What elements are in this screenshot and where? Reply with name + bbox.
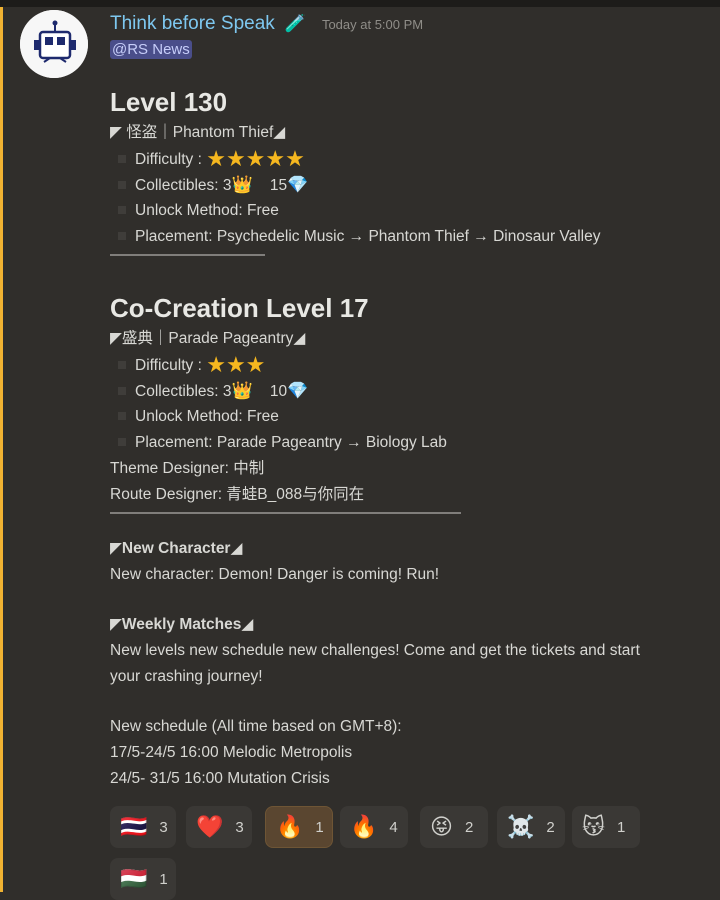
gem-icon: 💎	[287, 381, 309, 400]
message-highlight-bar	[0, 7, 3, 892]
star-rating-icon: ★★★★★	[206, 146, 305, 171]
level-unlock: Unlock Method: Free	[110, 198, 710, 224]
bot-badge-icon: 🧪	[284, 14, 306, 33]
weekly-matches-heading: ◤Weekly Matches◢	[110, 616, 254, 633]
reaction-hungary-flag[interactable]: 🇭🇺 1	[110, 858, 176, 900]
reaction-count: 1	[315, 818, 324, 836]
level-placement: Placement: Psychedelic Music → Phantom T…	[110, 224, 710, 250]
reaction-fire-selected[interactable]: 🔥 1	[265, 806, 333, 848]
bullet-icon	[118, 438, 126, 447]
theme-designer: Theme Designer: 中制	[110, 460, 265, 477]
weekly-text-2: your crashing journey!	[110, 668, 263, 685]
reaction-skull-crossbones[interactable]: ☠️ 2	[497, 806, 565, 848]
reaction-laughing-face[interactable]: 😝 2	[420, 806, 488, 848]
level-difficulty: Difficulty : ★★★★★	[110, 146, 710, 172]
cocreation-collectibles: Collectibles: 3👑 10💎	[110, 378, 710, 404]
divider: —————————————————————————	[110, 508, 461, 521]
bullet-icon	[118, 387, 126, 396]
route-designer: Route Designer: 青蛙B_088与你同在	[110, 486, 365, 503]
reaction-count: 1	[159, 870, 168, 888]
schedule-item-2: 24/5- 31/5 16:00 Mutation Crisis	[110, 770, 330, 787]
message-content: Level 130 ◤ 怪盗｜Phantom Thief◢ Difficulty…	[110, 84, 710, 792]
username[interactable]: Think before Speak	[110, 13, 275, 35]
bullet-icon	[118, 155, 126, 164]
divider: ———————————	[110, 250, 265, 263]
level-title: Level 130	[110, 87, 228, 117]
crown-icon: 👑	[231, 381, 253, 400]
reaction-kissing-cat[interactable]: 😽 1	[572, 806, 640, 848]
reaction-count: 1	[616, 818, 626, 836]
cocreation-title: Co-Creation Level 17	[110, 293, 369, 323]
avatar[interactable]	[20, 10, 88, 78]
cocreation-difficulty: Difficulty : ★★★	[110, 352, 710, 378]
bullet-icon	[118, 206, 126, 215]
schedule-title: New schedule (All time based on GMT+8):	[110, 718, 402, 735]
gem-icon: 💎	[287, 175, 309, 194]
reaction-fire[interactable]: 🔥 4	[340, 806, 408, 848]
level-theme: ◤ 怪盗｜Phantom Thief◢	[110, 124, 286, 141]
reaction-count: 2	[546, 818, 555, 836]
crown-icon: 👑	[231, 175, 253, 194]
bullet-icon	[118, 412, 126, 421]
top-bar	[0, 0, 720, 7]
laughing-face-icon: 😝	[430, 814, 453, 839]
bullet-icon	[118, 181, 126, 190]
reaction-thailand-flag[interactable]: 🇹🇭 3	[110, 806, 176, 848]
timestamp: Today at 5:00 PM	[321, 17, 424, 32]
reaction-count: 4	[389, 818, 398, 836]
level-collectibles: Collectibles: 3👑 15💎	[110, 172, 710, 198]
heart-icon: ❤️	[196, 814, 224, 839]
reaction-heart[interactable]: ❤️ 3	[186, 806, 252, 848]
new-character-text: New character: Demon! Danger is coming! …	[110, 566, 440, 583]
message-header: Think before Speak 🧪 Today at 5:00 PM	[110, 13, 423, 39]
cocreation-theme: ◤盛典｜Parade Pageantry◢	[110, 330, 306, 347]
fire-icon: 🔥	[350, 814, 378, 839]
schedule-item-1: 17/5-24/5 16:00 Melodic Metropolis	[110, 744, 353, 761]
star-rating-icon: ★★★	[206, 352, 266, 377]
hungary-flag-icon: 🇭🇺	[120, 866, 148, 891]
skull-crossbones-icon: ☠️	[507, 814, 535, 839]
role-mention[interactable]: @RS News	[110, 40, 192, 59]
robot-avatar-icon	[20, 10, 88, 78]
thailand-flag-icon: 🇹🇭	[120, 814, 148, 839]
new-character-heading: ◤New Character◢	[110, 540, 243, 557]
bullet-icon	[118, 361, 126, 370]
kissing-cat-icon: 😽	[582, 814, 605, 839]
fire-icon: 🔥	[276, 814, 304, 839]
cocreation-unlock: Unlock Method: Free	[110, 404, 710, 430]
reaction-count: 3	[159, 818, 168, 836]
bullet-icon	[118, 232, 126, 241]
weekly-text-1: New levels new schedule new challenges! …	[110, 642, 640, 659]
reaction-count: 3	[235, 818, 244, 836]
cocreation-placement: Placement: Parade Pageantry → Biology La…	[110, 430, 710, 456]
reaction-count: 2	[464, 818, 474, 836]
